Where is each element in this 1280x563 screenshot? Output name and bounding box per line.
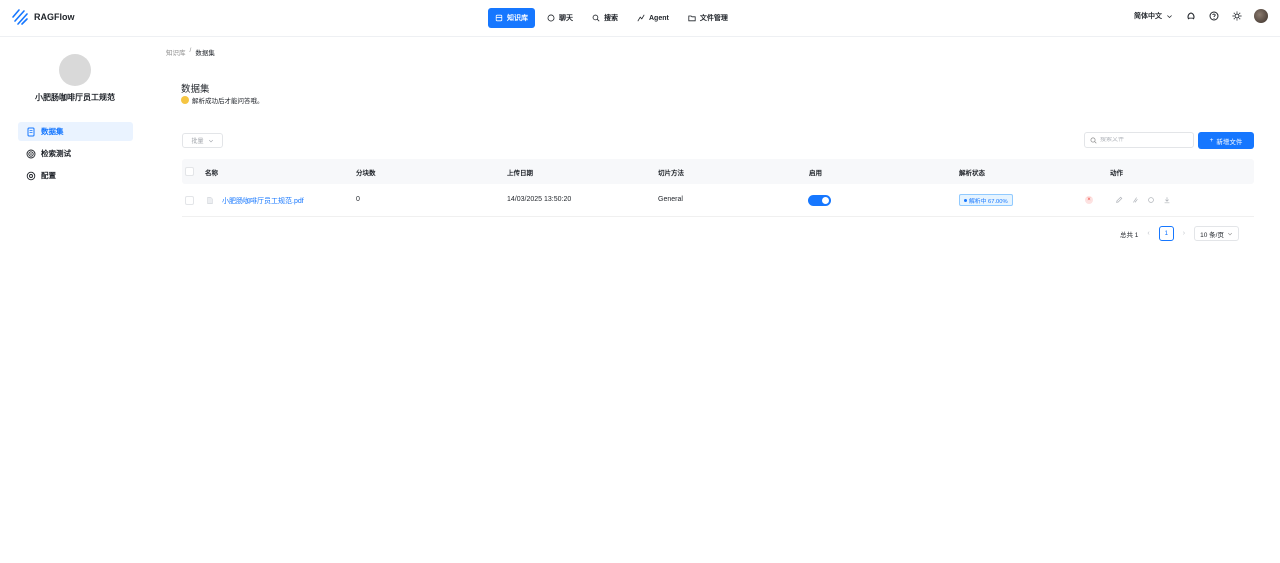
row-checkbox[interactable] (185, 196, 194, 205)
agent-icon (637, 14, 645, 22)
top-header: RAGFlow 知识库 聊天 搜索 Agent 文件管理 简体中文 (0, 0, 1280, 37)
folder-icon (688, 15, 696, 22)
nav-knowledge-base[interactable]: 知识库 (488, 8, 535, 28)
add-file-label: 新增文件 (1216, 138, 1243, 146)
sidebar-item-label: 配置 (41, 171, 56, 180)
file-icon (27, 127, 35, 136)
nav-label: Agent (649, 14, 669, 22)
nav-label: 知识库 (507, 15, 528, 22)
search-icon (592, 14, 600, 22)
breadcrumb: 知识库 / 数据集 (166, 47, 215, 57)
chat-icon (547, 14, 555, 22)
add-file-button[interactable]: + 新增文件 (1198, 132, 1254, 149)
search-input[interactable] (1100, 137, 1190, 143)
edit-icon[interactable] (1115, 196, 1123, 204)
nav-label: 搜索 (604, 15, 618, 22)
prev-page-icon[interactable]: ‹ (1147, 230, 1149, 237)
settings-icon (26, 171, 36, 180)
delete-icon[interactable] (1147, 196, 1155, 204)
table-row: 小肥肠咖啡厅员工规范.pdf 0 14/03/2025 13:50:20 Gen… (182, 184, 1254, 217)
app-logo[interactable]: RAGFlow (11, 8, 75, 26)
pdf-file-icon (207, 197, 213, 204)
main-content: 知识库 / 数据集 数据集 解析成功后才能问答哦。 批量 + 新增文件 名称 分… (166, 38, 1256, 563)
breadcrumb-root[interactable]: 知识库 (166, 47, 186, 57)
nav-agent[interactable]: Agent (630, 8, 676, 28)
status-badge[interactable]: 解析中 67.00% (959, 194, 1013, 206)
download-icon[interactable] (1163, 196, 1171, 204)
sidebar-item-label: 检索测试 (41, 149, 71, 158)
chunk-method[interactable]: General (658, 196, 683, 203)
chunk-count: 0 (356, 196, 360, 203)
column-header-chunk-method: 切片方法 (658, 169, 684, 177)
sidebar-item-dataset[interactable]: 数据集 (18, 122, 133, 141)
sidebar-item-settings[interactable]: 配置 (18, 166, 133, 185)
upload-date: 14/03/2025 13:50:20 (507, 196, 572, 203)
help-icon[interactable] (1208, 11, 1219, 22)
status-text: 解析中 67.00% (969, 198, 1008, 205)
plus-icon: + (1209, 137, 1214, 144)
cancel-parse-icon[interactable]: × (1085, 196, 1093, 204)
sidebar-item-label: 数据集 (41, 127, 64, 136)
github-icon[interactable] (1185, 11, 1196, 22)
target-icon (26, 149, 36, 158)
status-dot (964, 198, 967, 202)
nav-chat[interactable]: 聊天 (540, 8, 580, 28)
page-size-selector[interactable]: 10 条/页 (1194, 226, 1239, 241)
page-tip: 解析成功后才能问答哦。 (181, 95, 264, 105)
kb-avatar (59, 54, 91, 86)
database-icon (495, 14, 503, 22)
search-icon (1090, 137, 1097, 144)
language-label: 简体中文 (1134, 13, 1162, 20)
chevron-down-icon (1167, 14, 1172, 18)
page-number[interactable]: 1 (1158, 226, 1174, 241)
nav-label: 聊天 (559, 15, 573, 22)
table-header: 名称 分块数 上传日期 切片方法 启用 解析状态 动作 (182, 159, 1254, 184)
ragflow-logo-icon (12, 9, 28, 25)
row-actions (1115, 196, 1171, 204)
column-header-name[interactable]: 名称 (205, 167, 218, 177)
bulk-label: 批量 (191, 139, 204, 145)
page-size-label: 10 条/页 (1200, 231, 1224, 239)
nav-search[interactable]: 搜索 (585, 8, 625, 28)
page-title: 数据集 (181, 84, 210, 95)
column-header-parse-status: 解析状态 (959, 169, 985, 177)
side-menu: 数据集 检索测试 配置 (18, 122, 133, 188)
emoji-icon (181, 96, 189, 104)
kb-name: 小肥肠咖啡厅员工规范 (35, 93, 115, 102)
chevron-down-icon (208, 139, 213, 142)
column-header-actions: 动作 (1110, 169, 1123, 177)
breadcrumb-separator: / (189, 47, 192, 54)
next-page-icon[interactable]: › (1183, 230, 1185, 237)
avatar[interactable] (1254, 9, 1268, 23)
app-name: RAGFlow (34, 12, 75, 22)
file-name-link[interactable]: 小肥肠咖啡厅员工规范.pdf (222, 196, 304, 206)
language-selector[interactable]: 简体中文 (1134, 11, 1173, 21)
sidebar: 小肥肠咖啡厅员工规范 数据集 检索测试 配置 (0, 38, 150, 563)
column-header-chunks[interactable]: 分块数 (356, 167, 376, 177)
file-table: 名称 分块数 上传日期 切片方法 启用 解析状态 动作 小肥肠咖啡厅员工规范.p… (182, 159, 1254, 217)
settings-icon[interactable] (1131, 196, 1139, 204)
nav-label: 文件管理 (699, 15, 728, 22)
pagination: 总共 1 ‹ 1 › 10 条/页 (1120, 226, 1239, 241)
bulk-action-button[interactable]: 批量 (182, 133, 223, 148)
theme-icon[interactable] (1231, 11, 1242, 22)
pagination-total: 总共 1 (1120, 231, 1139, 239)
header-actions: 简体中文 (1134, 9, 1268, 23)
page-tip-text: 解析成功后才能问答哦。 (192, 98, 264, 105)
column-header-upload-date[interactable]: 上传日期 (507, 167, 533, 177)
chevron-down-icon (1227, 232, 1232, 235)
enable-toggle[interactable] (808, 195, 831, 206)
search-field (1084, 132, 1194, 148)
select-all-checkbox[interactable] (185, 167, 194, 176)
column-header-enabled: 启用 (809, 169, 822, 177)
sidebar-item-retrieval-test[interactable]: 检索测试 (18, 144, 133, 163)
main-nav: 知识库 聊天 搜索 Agent 文件管理 (488, 8, 735, 28)
nav-file-management[interactable]: 文件管理 (681, 8, 735, 28)
breadcrumb-current: 数据集 (195, 50, 215, 57)
